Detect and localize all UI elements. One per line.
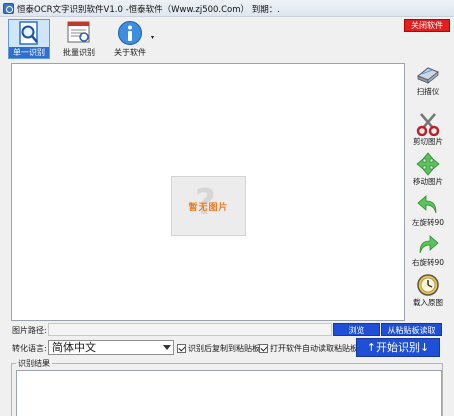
language-label: 转化语言: xyxy=(12,344,47,353)
result-label: 识别结果 xyxy=(16,358,52,369)
batch-recognize-label: 批量识别 xyxy=(63,48,95,57)
single-recognize-button[interactable]: 单一识别 xyxy=(8,19,50,59)
browse-button[interactable]: 浏览 xyxy=(333,323,380,336)
magnifier-document-icon xyxy=(19,21,38,45)
no-image-placeholder: ? 暂无图片 xyxy=(171,176,246,236)
about-software-button[interactable]: 关于软件 xyxy=(110,19,150,59)
cut-image-label: 剪切图片 xyxy=(413,137,443,146)
image-path-label: 图片路径: xyxy=(12,326,47,335)
move-image-label: 移动图片 xyxy=(413,177,443,186)
rotate-left-icon xyxy=(417,195,437,214)
scanner-label: 扫描仪 xyxy=(416,87,440,96)
scissors-icon xyxy=(416,113,440,136)
start-recognition-button[interactable]: ↑开始识别↓ xyxy=(356,338,440,357)
rotate-right-label: 右旋转90 xyxy=(411,258,445,267)
about-software-label: 关于软件 xyxy=(114,48,146,57)
info-icon xyxy=(118,21,142,45)
single-recognize-label: 单一识别 xyxy=(9,47,49,58)
batch-recognize-button[interactable]: 批量识别 xyxy=(58,19,100,59)
move-arrows-icon xyxy=(416,152,440,176)
load-original-button[interactable]: 载入原图 xyxy=(408,273,448,307)
app-logo-icon xyxy=(3,3,14,14)
rotate-right-icon xyxy=(419,235,439,254)
rotate-left-button[interactable]: 左旋转90 xyxy=(408,193,448,227)
read-clipboard-button[interactable]: 从粘贴板读取 xyxy=(381,323,442,336)
image-path-input[interactable] xyxy=(48,323,332,336)
no-image-text: 暂无图片 xyxy=(188,202,229,213)
rotate-right-button[interactable]: 右旋转90 xyxy=(408,233,448,267)
scanner-icon xyxy=(417,67,439,84)
scanner-button[interactable]: 扫描仪 xyxy=(408,62,448,96)
move-image-button[interactable]: 移动图片 xyxy=(408,152,448,186)
auto-read-clipboard-checkbox[interactable] xyxy=(259,344,268,353)
cut-image-button[interactable]: 剪切图片 xyxy=(408,112,448,146)
toolbar: 单一识别 批量识别 关于软件 xyxy=(0,17,454,61)
window-title: 恒泰OCR文字识别软件V1.0 -恒泰软件（Www.zj500.Com） 到期：… xyxy=(17,5,280,15)
rotate-left-label: 左旋转90 xyxy=(411,218,445,227)
result-textarea[interactable] xyxy=(16,370,442,416)
batch-document-icon xyxy=(67,21,90,43)
copy-to-clipboard-checkbox[interactable] xyxy=(177,344,186,353)
load-original-label: 载入原图 xyxy=(413,298,443,307)
about-dropdown-icon[interactable]: ▾ xyxy=(151,34,154,41)
close-software-button[interactable]: 关闭软件 xyxy=(404,19,450,32)
language-select[interactable]: 简体中文 xyxy=(48,340,174,355)
language-selected-value: 简体中文 xyxy=(52,341,96,354)
auto-read-clipboard-label: 打开软件自动读取粘贴板 xyxy=(270,344,358,353)
copy-to-clipboard-label: 识别后复制到粘贴板 xyxy=(188,344,260,353)
chevron-down-icon xyxy=(163,345,171,350)
clock-icon xyxy=(417,274,439,296)
